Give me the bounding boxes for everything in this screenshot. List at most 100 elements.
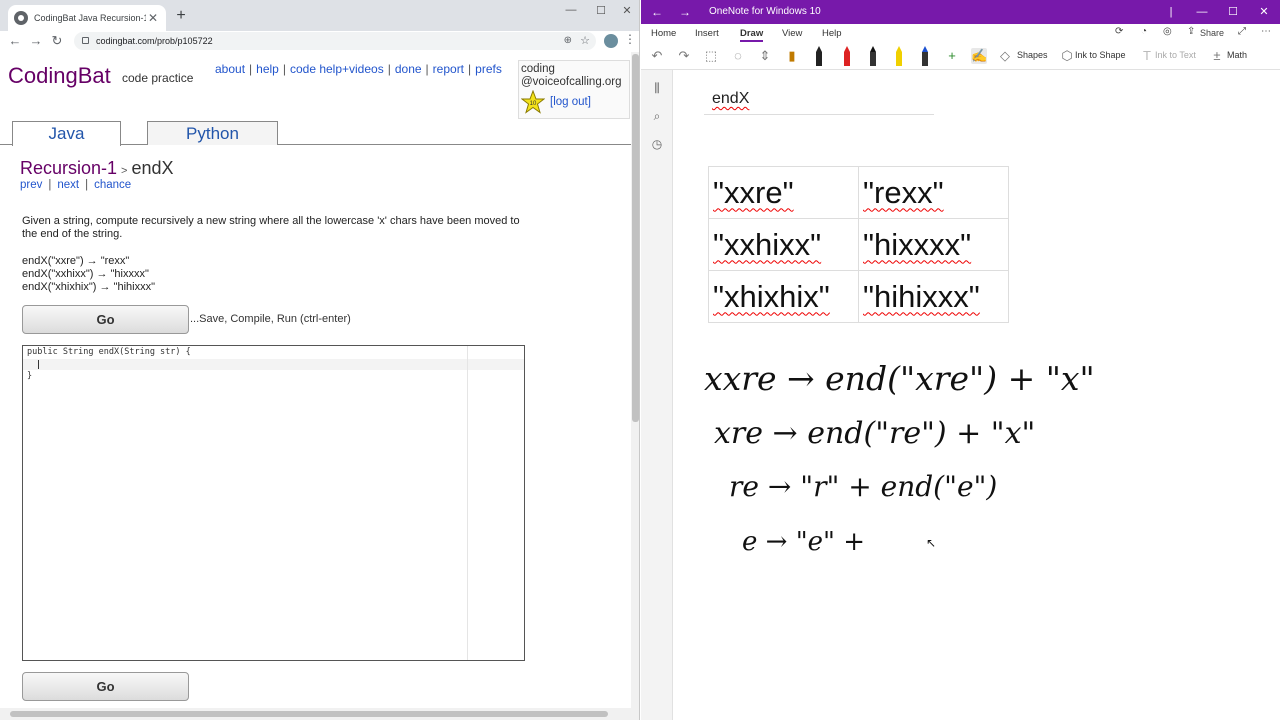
site-tagline: code practice	[122, 71, 194, 85]
lasso-select-icon[interactable]: ⬚	[703, 48, 719, 64]
tab-python[interactable]: Python	[147, 121, 278, 145]
note-canvas[interactable]: endX "xxre" "rexx" "xxhixx" "hixxxx" "xh…	[674, 70, 1280, 720]
fullscreen-icon[interactable]: ⤢	[1238, 26, 1246, 37]
link-done[interactable]: done	[395, 62, 422, 76]
table-cell[interactable]: "hihixxx"	[858, 270, 1009, 323]
share-button[interactable]: Share	[1200, 28, 1224, 38]
add-pen-icon[interactable]: +	[944, 48, 960, 64]
undo-icon[interactable]: ↶	[649, 48, 665, 64]
pen-cursor-icon: ↖	[926, 536, 937, 550]
bookmark-star-icon[interactable]: ☆	[580, 32, 590, 50]
url-text: codingbat.com/prob/p105722	[96, 36, 213, 46]
chance-link[interactable]: chance	[94, 179, 131, 191]
ink-line-1: xxre → end("xre") + "x"	[704, 359, 1095, 398]
site-logo[interactable]: CodingBat	[8, 63, 111, 89]
link-report[interactable]: report	[433, 62, 464, 76]
search-icon[interactable]: ⌕	[649, 108, 665, 124]
problem-title: endX	[131, 158, 174, 178]
link-help[interactable]: help	[256, 62, 279, 76]
logout-link[interactable]: [log out]	[550, 96, 591, 109]
pen-black-icon[interactable]	[869, 46, 877, 66]
tab-draw[interactable]: Draw	[740, 28, 764, 42]
examples: endX("xxre") → "rexx" endX("xxhixx") → "…	[22, 255, 155, 294]
examples-table[interactable]: "xxre" "rexx" "xxhixx" "hixxxx" "xhixhix…	[708, 166, 1009, 323]
shapes-icon[interactable]: ◇	[997, 48, 1013, 64]
close-window-button[interactable]: ✕	[1249, 0, 1279, 24]
maximize-button[interactable]: ☐	[1218, 0, 1248, 24]
notebooks-icon[interactable]: ⫼	[649, 80, 665, 96]
ink-line-2: xre → end("re") + "x"	[714, 416, 1035, 451]
next-link[interactable]: next	[57, 179, 79, 191]
close-tab-icon[interactable]: ✕	[146, 11, 160, 25]
pen-red-icon[interactable]	[843, 46, 851, 66]
table-row: "xxhixx" "hixxxx"	[708, 218, 1009, 271]
example-2: endX("xxhixx") → "hixxxx"	[22, 268, 149, 280]
table-cell[interactable]: "xxhixx"	[708, 218, 859, 271]
zoom-icon[interactable]: ⊕	[564, 32, 572, 50]
go-button-bottom[interactable]: Go	[22, 672, 189, 701]
ink-to-shape-icon[interactable]: ⬡	[1059, 48, 1075, 64]
link-prefs[interactable]: prefs	[475, 62, 502, 76]
page-title[interactable]: endX	[712, 90, 749, 108]
pen-black-selected-icon[interactable]	[815, 46, 823, 66]
redo-icon[interactable]: ↷	[676, 48, 692, 64]
eraser-icon[interactable]: ⇕	[757, 48, 773, 64]
link-about[interactable]: about	[215, 62, 245, 76]
vertical-scrollbar[interactable]	[631, 52, 639, 708]
back-icon[interactable]: ←	[651, 0, 663, 24]
breadcrumb-section[interactable]: Recursion-1	[20, 158, 117, 178]
draw-ribbon: ↶ ↷ ⬚ ◌ ⇕ ▮ + ✍ ◇ Shapes ⬡ Ink to Shape …	[641, 42, 1280, 70]
minimize-button[interactable]: —	[556, 4, 586, 16]
lightbulb-icon[interactable]: ◔	[1141, 26, 1147, 37]
share-icon[interactable]: ⇪	[1187, 26, 1195, 37]
highlighter-yellow-icon[interactable]	[895, 46, 903, 66]
go-button-top[interactable]: Go	[22, 305, 189, 334]
scrollbar-thumb[interactable]	[10, 711, 608, 717]
scrollbar-thumb[interactable]	[632, 54, 639, 422]
language-tabs: Java Python	[0, 121, 639, 146]
tab-java[interactable]: Java	[12, 121, 121, 146]
table-cell[interactable]: "xhixhix"	[708, 270, 859, 323]
more-icon[interactable]: ⋯	[1261, 26, 1271, 37]
minimize-button[interactable]: —	[1187, 0, 1217, 24]
link-code-help-videos[interactable]: code help+videos	[290, 62, 384, 76]
math-icon[interactable]: ±	[1209, 48, 1225, 64]
horizontal-scrollbar[interactable]	[0, 708, 639, 720]
sync-icon[interactable]: ⟳	[1115, 26, 1123, 37]
table-cell[interactable]: "hixxxx"	[858, 218, 1009, 271]
prev-link[interactable]: prev	[20, 179, 42, 191]
title-underline	[704, 114, 934, 115]
code-editor[interactable]: public String endX(String str) { }	[22, 345, 525, 661]
recent-clock-icon[interactable]: ◷	[649, 136, 665, 152]
tab-home[interactable]: Home	[651, 28, 676, 39]
table-cell[interactable]: "rexx"	[858, 166, 1009, 219]
back-icon[interactable]: ←	[6, 32, 24, 50]
profile-avatar[interactable]	[604, 34, 618, 48]
user-box: coding @voiceofcalling.org 10 [log out]	[518, 60, 630, 119]
shapes-button[interactable]: Shapes	[1017, 50, 1048, 60]
address-bar[interactable]: codingbat.com/prob/p105722 ⊕ ☆	[74, 32, 596, 50]
tab-insert[interactable]: Insert	[695, 28, 719, 39]
browser-toolbar: ← → ↻ codingbat.com/prob/p105722 ⊕ ☆ ⋮	[0, 31, 639, 51]
forward-icon[interactable]: →	[679, 0, 691, 24]
table-cell[interactable]: "xxre"	[708, 166, 859, 219]
tab-view[interactable]: View	[782, 28, 802, 39]
close-window-button[interactable]: ✕	[612, 4, 639, 17]
ink-to-shape-button[interactable]: Ink to Shape	[1075, 50, 1126, 60]
kebab-menu-icon[interactable]: ⋮	[624, 32, 636, 46]
onenote-window: ← → OneNote for Windows 10 | — ☐ ✕ Home …	[641, 0, 1280, 720]
reload-icon[interactable]: ↻	[48, 32, 66, 50]
bell-icon[interactable]: ◎	[1163, 26, 1172, 37]
touch-draw-icon[interactable]: ✍	[971, 48, 987, 64]
add-space-icon[interactable]: ◌	[730, 48, 746, 64]
new-tab-button[interactable]: +	[172, 7, 190, 25]
active-line-highlight	[23, 359, 524, 370]
resize-handle-icon[interactable]: |	[1156, 0, 1186, 24]
pen-blue-icon[interactable]	[921, 46, 929, 66]
eraser-tool-icon[interactable]: ▮	[784, 48, 800, 64]
browser-tab[interactable]: CodingBat Java Recursion-1 endX ✕	[8, 5, 166, 31]
tab-help[interactable]: Help	[822, 28, 842, 39]
forward-icon[interactable]: →	[27, 32, 45, 50]
math-button[interactable]: Math	[1227, 50, 1247, 60]
